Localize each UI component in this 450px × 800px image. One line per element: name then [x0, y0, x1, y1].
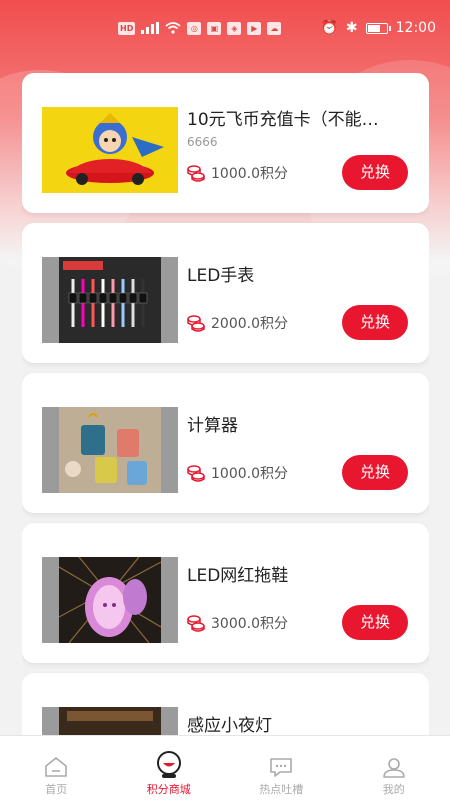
tab-hot-topics[interactable]: 热点吐槽 — [225, 736, 337, 797]
mall-icon — [156, 751, 181, 778]
cloud-app-icon: ☁ — [267, 21, 282, 35]
product-price: 1000.0积分 — [187, 463, 288, 483]
coin-icon — [187, 465, 205, 482]
shield-app-icon: ◈ — [227, 21, 242, 35]
product-subtitle: 6666 — [187, 135, 218, 149]
product-title: LED网红拖鞋 — [187, 566, 289, 586]
app-notification-icon: ◎ — [187, 21, 202, 35]
app-notification-icon-2: ▣ — [207, 21, 222, 35]
coin-icon — [187, 615, 205, 632]
profile-icon — [382, 758, 405, 778]
play-app-icon: ▶ — [247, 21, 262, 35]
tab-mine[interactable]: 我的 — [338, 736, 450, 797]
redeem-button[interactable]: 兑换 — [342, 455, 408, 490]
product-title: 感应小夜灯 — [187, 716, 272, 735]
tab-label: 热点吐槽 — [259, 783, 304, 796]
product-price: 2000.0积分 — [187, 313, 288, 333]
redeem-button[interactable]: 兑换 — [342, 605, 408, 640]
redeem-button[interactable]: 兑换 — [342, 155, 408, 190]
battery-icon — [365, 22, 391, 34]
tab-label: 首页 — [45, 783, 68, 796]
home-icon — [45, 757, 68, 777]
redeem-button[interactable]: 兑换 — [342, 305, 408, 340]
product-price: 1000.0积分 — [187, 163, 288, 183]
product-card[interactable]: LED网红拖鞋 3000.0积分 兑换 — [22, 523, 429, 663]
product-title: 10元飞币充值卡（不能… — [187, 110, 379, 130]
price-text: 2000.0积分 — [211, 316, 288, 332]
tab-label: 我的 — [382, 783, 405, 796]
product-card[interactable]: 感应小夜灯 — [22, 673, 429, 735]
tab-points-mall[interactable]: 积分商城 — [113, 736, 225, 797]
status-left: HD ◎ ▣ ◈ ▶ ☁ — [118, 21, 282, 35]
bluetooth-icon: ✱ — [345, 20, 358, 36]
product-image — [42, 557, 178, 643]
product-title: 计算器 — [187, 416, 238, 436]
price-text: 1000.0积分 — [211, 466, 288, 482]
product-card[interactable]: 10元飞币充值卡（不能… 6666 1000.0积分 兑换 — [22, 73, 429, 213]
price-text: 3000.0积分 — [211, 616, 288, 632]
product-image — [42, 407, 178, 493]
bottom-tab-bar: 首页 积分商城 热点吐槽 我的 — [0, 735, 450, 800]
coin-icon — [187, 165, 205, 182]
product-image — [42, 707, 178, 735]
status-bar: HD ◎ ▣ ◈ ▶ ☁ ⏰ ✱ 12:00 — [0, 0, 450, 56]
coin-icon — [187, 315, 205, 332]
product-list[interactable]: 10元飞币充值卡（不能… 6666 1000.0积分 兑换 LED手表 2000… — [22, 73, 429, 735]
product-image — [42, 107, 178, 193]
chat-icon — [270, 758, 293, 777]
product-price: 3000.0积分 — [187, 613, 288, 633]
product-card[interactable]: LED手表 2000.0积分 兑换 — [22, 223, 429, 363]
product-title: LED手表 — [187, 266, 255, 286]
signal-icon — [141, 22, 160, 34]
product-card[interactable]: 计算器 1000.0积分 兑换 — [22, 373, 429, 513]
wifi-icon — [165, 22, 181, 34]
price-text: 1000.0积分 — [211, 166, 288, 182]
product-image — [42, 257, 178, 343]
tab-home[interactable]: 首页 — [0, 736, 112, 797]
hd-indicator: HD — [118, 21, 136, 35]
status-right: ⏰ ✱ 12:00 — [320, 20, 436, 36]
clock: 12:00 — [395, 20, 436, 36]
tab-label: 积分商城 — [146, 783, 191, 796]
alarm-icon: ⏰ — [320, 20, 338, 36]
